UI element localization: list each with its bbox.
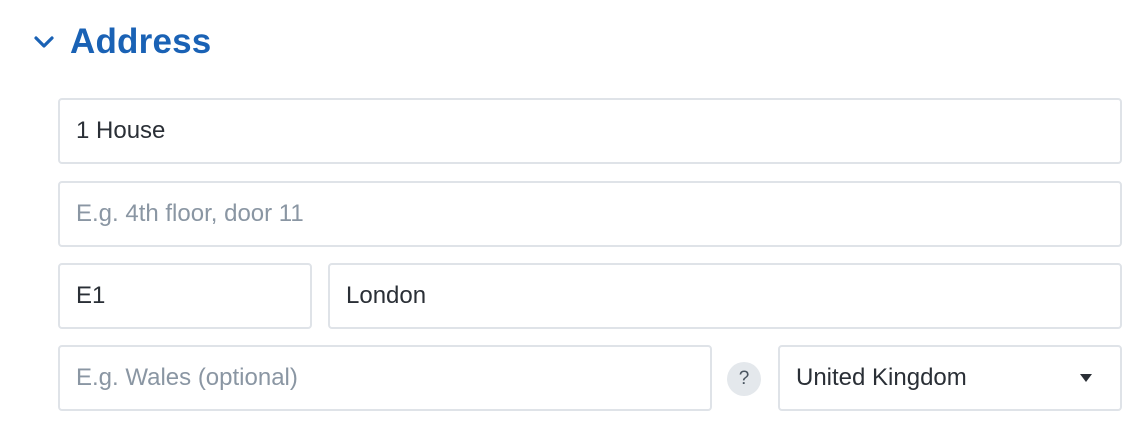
address-line1-field[interactable]: 1 House	[58, 98, 1122, 164]
caret-down-icon	[1078, 372, 1094, 384]
address-line1-value: 1 House	[76, 117, 166, 144]
postcode-value: E1	[76, 282, 106, 309]
country-selected-value: United Kingdom	[796, 364, 967, 391]
country-select[interactable]: United Kingdom	[778, 345, 1122, 411]
postcode-field[interactable]: E1	[58, 263, 312, 329]
help-icon[interactable]: ?	[727, 362, 761, 396]
chevron-down-icon	[30, 28, 58, 56]
region-placeholder: E.g. Wales (optional)	[76, 364, 298, 391]
section-title: Address	[70, 22, 212, 61]
help-label: ?	[738, 368, 750, 389]
address-section-toggle[interactable]: Address	[30, 18, 211, 66]
address-line2-placeholder: E.g. 4th floor, door 11	[76, 200, 304, 227]
city-field[interactable]: London	[328, 263, 1122, 329]
address-line2-field[interactable]: E.g. 4th floor, door 11	[58, 181, 1122, 247]
region-field[interactable]: E.g. Wales (optional)	[58, 345, 712, 411]
address-form: Address 1 House E.g. 4th floor, door 11 …	[0, 0, 1143, 442]
city-value: London	[346, 282, 427, 309]
